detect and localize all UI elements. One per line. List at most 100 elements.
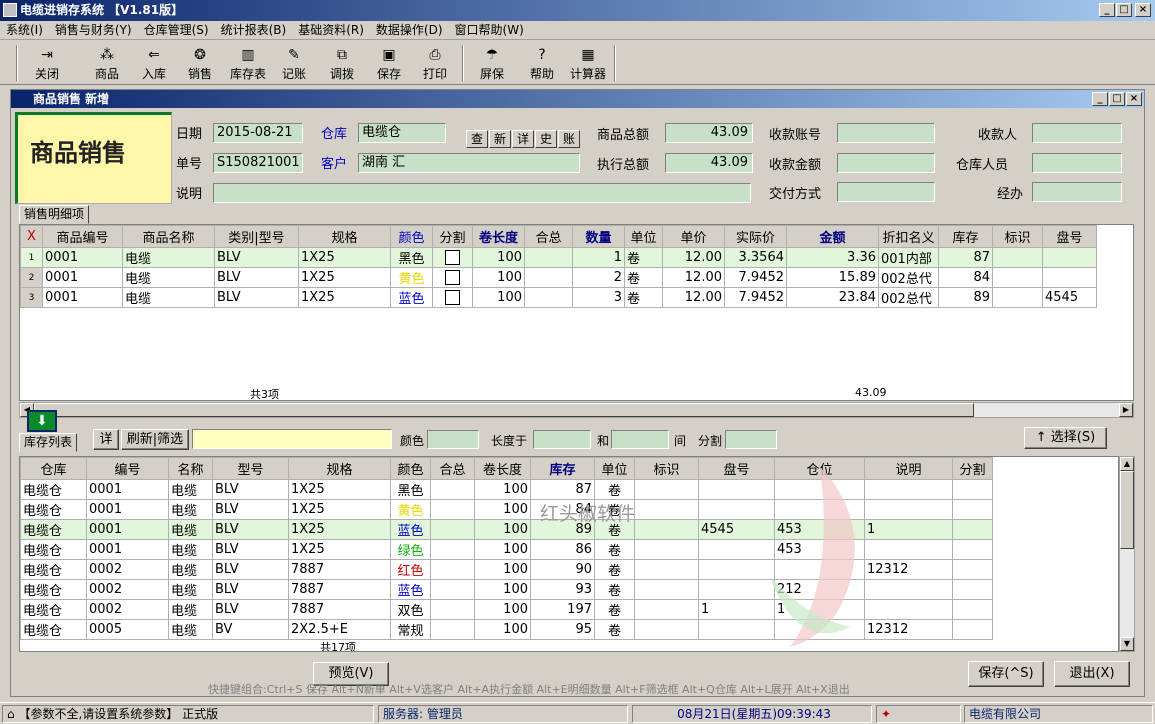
menu-item-1[interactable]: 销售与财务(Y) xyxy=(49,21,138,40)
split-checkbox-cell[interactable] xyxy=(432,287,473,308)
account-field[interactable] xyxy=(837,123,935,143)
select-button[interactable]: ↑ 选择(S) xyxy=(1024,427,1107,449)
detail-header-11[interactable]: 单价 xyxy=(662,225,725,248)
toolbar-button-0[interactable]: ⇥ 关闭 xyxy=(25,43,69,83)
warehouse-staff-field[interactable] xyxy=(1032,153,1122,173)
stock-header-4[interactable]: 规格 xyxy=(288,457,391,480)
child-minimize-button[interactable]: _ xyxy=(1092,92,1108,106)
toolbar-button-1[interactable]: ⁂ 商品 xyxy=(85,43,129,83)
stock-header-2[interactable]: 名称 xyxy=(168,457,213,480)
detail-header-4[interactable]: 规格 xyxy=(298,225,391,248)
child-maximize-button[interactable]: □ xyxy=(1109,92,1125,106)
detail-header-0[interactable]: X xyxy=(20,225,43,248)
detail-header-2[interactable]: 商品名称 xyxy=(122,225,215,248)
detail-header-1[interactable]: 商品编号 xyxy=(42,225,123,248)
split-checkbox[interactable] xyxy=(445,250,460,265)
detail-header-12[interactable]: 实际价 xyxy=(724,225,787,248)
detail-hscroll[interactable]: ◀ ▶ xyxy=(19,402,1134,418)
toolbar-button-10[interactable]: ? 帮助 xyxy=(520,43,564,83)
stock-header-10[interactable]: 标识 xyxy=(634,457,699,480)
menu-item-2[interactable]: 仓库管理(S) xyxy=(138,21,215,40)
table-row[interactable]: 1 0001 电缆 BLV 1X25 黑色 100 1 卷 12.00 3.3564 3.36 001内… xyxy=(20,247,1097,268)
detail-header-8[interactable]: 合总 xyxy=(524,225,573,248)
stock-header-14[interactable]: 分割 xyxy=(952,457,993,480)
detail-cell-qty[interactable]: 2 xyxy=(572,267,625,288)
save-button[interactable]: 保存(^S) xyxy=(968,661,1044,687)
filter-input[interactable] xyxy=(192,429,392,449)
tab-stock-list[interactable]: 库存列表 xyxy=(19,433,78,452)
mini-button-2[interactable]: 详 xyxy=(512,130,534,148)
menu-item-3[interactable]: 统计报表(B) xyxy=(215,21,293,40)
mini-button-3[interactable]: 史 xyxy=(535,130,557,148)
toolbar-button-9[interactable]: ☂ 屏保 xyxy=(470,43,514,83)
stock-header-6[interactable]: 合总 xyxy=(430,457,475,480)
refresh-filter-button[interactable]: 刷新|筛选 xyxy=(121,429,189,450)
table-row[interactable]: 3 0001 电缆 BLV 1X25 蓝色 100 3 卷 12.00 7.9452 23.84 002… xyxy=(20,287,1097,308)
stock-scroll-thumb[interactable] xyxy=(1120,471,1134,549)
toolbar-button-3[interactable]: ❂ 销售 xyxy=(178,43,222,83)
split-checkbox[interactable] xyxy=(445,270,460,285)
mini-button-0[interactable]: 查 xyxy=(466,130,488,148)
toolbar-button-2[interactable]: ⇐ 入库 xyxy=(132,43,176,83)
stock-header-3[interactable]: 型号 xyxy=(212,457,289,480)
menu-item-6[interactable]: 窗口帮助(W) xyxy=(449,21,530,40)
detail-cell-price[interactable]: 12.00 xyxy=(662,267,725,288)
length-min-field[interactable] xyxy=(533,430,591,449)
scroll-right-icon[interactable]: ▶ xyxy=(1119,403,1133,417)
detail-header-10[interactable]: 单位 xyxy=(624,225,663,248)
toolbar-button-11[interactable]: ▦ 计算器 xyxy=(566,43,610,83)
detail-header-17[interactable]: 盘号 xyxy=(1042,225,1097,248)
detail-header-5[interactable]: 颜色 xyxy=(390,225,433,248)
menu-item-4[interactable]: 基础资料(R) xyxy=(292,21,370,40)
split-checkbox-cell[interactable] xyxy=(432,247,473,268)
detail-header-6[interactable]: 分割 xyxy=(432,225,473,248)
toolbar-button-6[interactable]: ⧉ 调拨 xyxy=(320,43,364,83)
warehouse-field[interactable]: 电缆仓 xyxy=(358,123,446,143)
scroll-down-icon[interactable]: ▼ xyxy=(1120,637,1134,651)
close-button[interactable]: × xyxy=(1135,3,1151,17)
customer-field[interactable]: 湖南 汇 xyxy=(358,153,580,173)
exit-button[interactable]: 退出(X) xyxy=(1054,661,1130,687)
split-checkbox-cell[interactable] xyxy=(432,267,473,288)
detail-header-14[interactable]: 折扣名义 xyxy=(878,225,939,248)
menu-item-0[interactable]: 系统(I) xyxy=(0,21,49,40)
stock-header-9[interactable]: 单位 xyxy=(594,457,635,480)
toolbar-button-4[interactable]: ▥ 库存表 xyxy=(226,43,270,83)
toolbar-button-8[interactable]: ⎙ 打印 xyxy=(413,43,457,83)
order-field[interactable]: S150821001 xyxy=(213,153,303,173)
stock-header-5[interactable]: 颜色 xyxy=(390,457,431,480)
maximize-button[interactable]: □ xyxy=(1116,3,1132,17)
stock-detail-button[interactable]: 详 xyxy=(93,429,119,450)
date-field[interactable]: 2015-08-21 xyxy=(213,123,303,143)
mini-button-1[interactable]: 新 xyxy=(489,130,511,148)
detail-cell-qty[interactable]: 1 xyxy=(572,247,625,268)
toolbar-button-5[interactable]: ✎ 记账 xyxy=(272,43,316,83)
table-row[interactable]: 2 0001 电缆 BLV 1X25 黄色 100 2 卷 12.00 7.9452 15.89 002… xyxy=(20,267,1097,288)
move-down-icon[interactable]: ⬇ xyxy=(27,410,57,432)
length-max-field[interactable] xyxy=(611,430,669,449)
detail-header-3[interactable]: 类别|型号 xyxy=(214,225,299,248)
detail-header-13[interactable]: 金额 xyxy=(786,225,879,248)
detail-header-15[interactable]: 库存 xyxy=(938,225,993,248)
amount-field[interactable] xyxy=(837,153,935,173)
detail-cell-price[interactable]: 12.00 xyxy=(662,247,725,268)
detail-cell-qty[interactable]: 3 xyxy=(572,287,625,308)
stock-vscroll[interactable]: ▲ ▼ xyxy=(1119,456,1135,652)
stock-header-1[interactable]: 编号 xyxy=(86,457,169,480)
split-filter-field[interactable] xyxy=(725,430,777,449)
split-checkbox[interactable] xyxy=(445,290,460,305)
color-filter-field[interactable] xyxy=(427,430,479,449)
handler-field[interactable] xyxy=(1032,182,1122,202)
note-field[interactable] xyxy=(213,183,751,203)
detail-header-16[interactable]: 标识 xyxy=(992,225,1043,248)
exec-total-field[interactable]: 43.09 xyxy=(665,153,753,173)
tab-sales-detail[interactable]: 销售明细项 xyxy=(19,205,90,224)
stock-header-0[interactable]: 仓库 xyxy=(20,457,87,480)
stock-header-8[interactable]: 库存 xyxy=(530,457,595,480)
menu-item-5[interactable]: 数据操作(D) xyxy=(370,21,449,40)
payment-field[interactable] xyxy=(837,182,935,202)
detail-scroll-thumb[interactable] xyxy=(34,403,974,417)
detail-header-7[interactable]: 卷长度 xyxy=(472,225,525,248)
child-close-button[interactable]: × xyxy=(1126,92,1142,106)
minimize-button[interactable]: _ xyxy=(1099,3,1115,17)
